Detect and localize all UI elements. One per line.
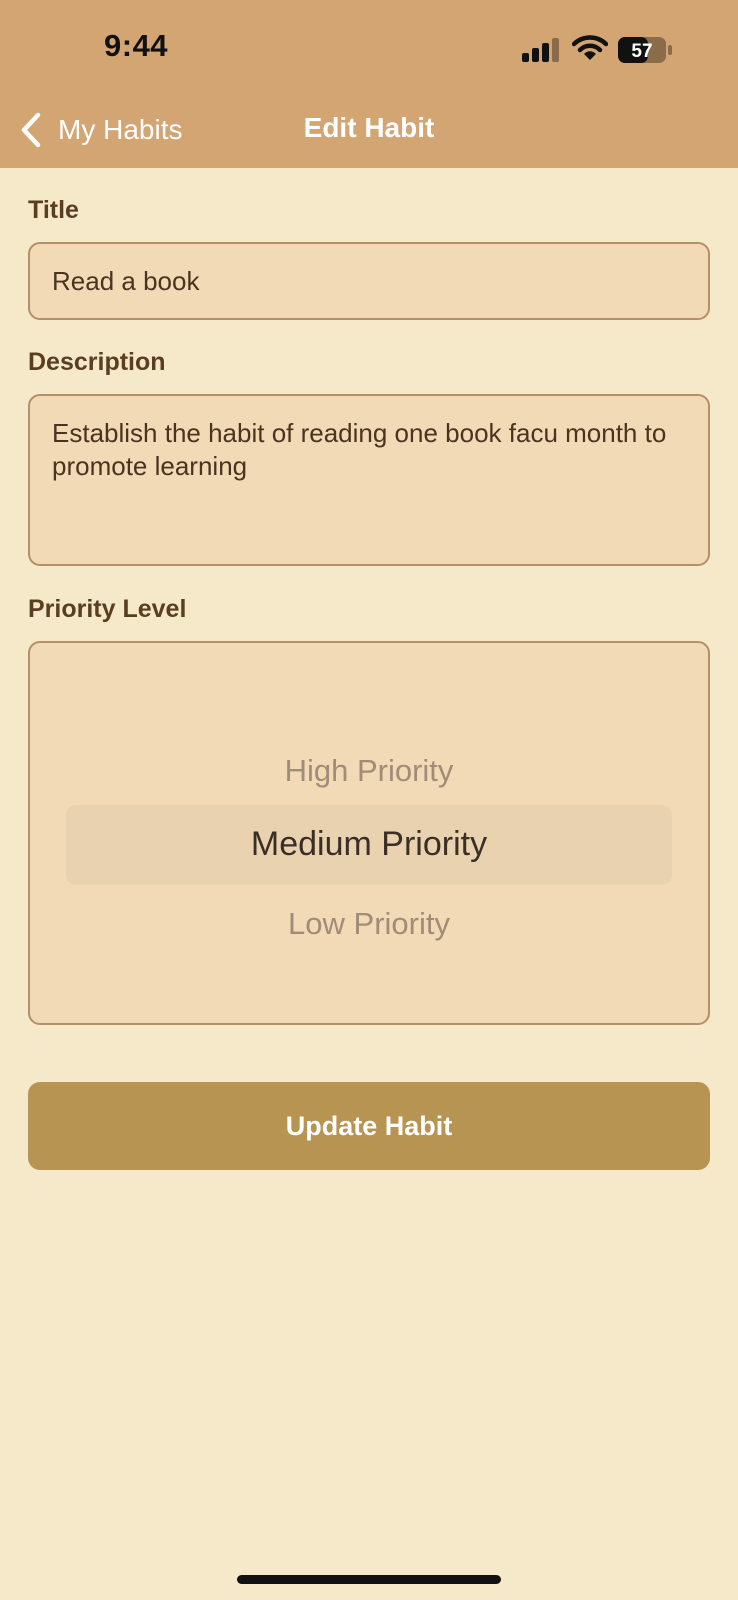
picker-option-medium[interactable]: Medium Priority — [30, 825, 708, 864]
home-indicator — [237, 1575, 501, 1584]
description-textarea[interactable]: Establish the habit of reading one book … — [28, 394, 710, 566]
picker-option-low[interactable]: Low Priority — [30, 906, 708, 942]
title-label: Title — [28, 196, 79, 224]
picker-option-high[interactable]: High Priority — [30, 753, 708, 789]
priority-label: Priority Level — [28, 595, 187, 623]
wifi-icon — [572, 35, 608, 60]
priority-picker[interactable]: High Priority Medium Priority Low Priori… — [28, 641, 710, 1025]
battery-level: 57 — [631, 41, 652, 62]
page-title: Edit Habit — [303, 112, 435, 143]
battery-icon: 57 — [618, 37, 672, 63]
update-habit-button[interactable]: Update Habit — [28, 1082, 710, 1170]
cellular-signal-icon — [522, 38, 559, 62]
description-label: Description — [28, 348, 166, 376]
description-textarea-value: Establish the habit of reading one book … — [52, 418, 667, 481]
title-input[interactable]: Read a book — [28, 242, 710, 320]
title-input-value: Read a book — [52, 266, 200, 296]
status-time: 9:44 — [104, 28, 169, 63]
nav-header: 9:44 57 My Habits Edit Habit — [0, 0, 738, 168]
